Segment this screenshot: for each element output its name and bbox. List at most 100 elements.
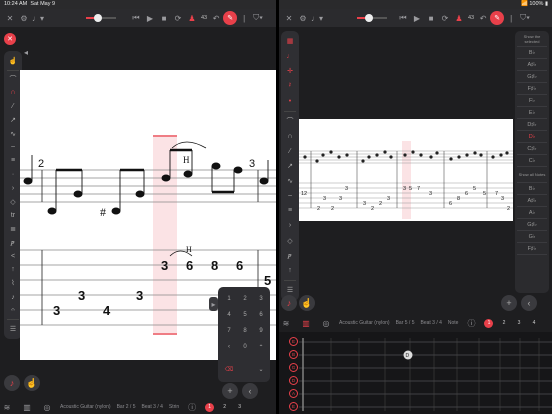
close-icon[interactable]: ✕	[282, 11, 296, 25]
keypad-toggle-icon[interactable]: ▸	[209, 297, 218, 311]
arpeggio-icon[interactable]: ⌇	[5, 277, 21, 291]
grace-icon[interactable]: ♪	[5, 290, 21, 304]
harmonic-icon[interactable]: ◇	[5, 195, 21, 209]
trill-icon[interactable]: tr	[5, 209, 21, 223]
play-icon[interactable]: ▶	[143, 11, 157, 25]
accent-icon[interactable]: ›	[282, 218, 298, 233]
note-item[interactable]: C♭	[517, 155, 547, 167]
note-item[interactable]: D♯♭	[517, 119, 547, 131]
note-item[interactable]: F♭	[517, 95, 547, 107]
add-icon[interactable]: +	[501, 295, 517, 311]
vibrato-icon[interactable]: ∿	[5, 127, 21, 141]
bend-icon[interactable]: ↗	[5, 113, 21, 127]
fade-icon[interactable]: <	[5, 249, 21, 263]
fretboard[interactable]: D E B G D A E	[279, 332, 552, 414]
staccato-icon[interactable]: ·	[5, 168, 21, 182]
vibrato-icon[interactable]: ∿	[282, 173, 298, 188]
volume-slider[interactable]	[86, 14, 116, 22]
key-9[interactable]: 9	[254, 325, 268, 337]
note-item[interactable]: F♯♭	[517, 83, 547, 95]
shield-icon[interactable]: ⛉▾	[518, 11, 532, 25]
pencil-icon[interactable]: ✎	[223, 11, 238, 25]
gear-icon[interactable]: ⚙	[296, 11, 310, 25]
string-5-label[interactable]: A	[289, 389, 298, 398]
note-item[interactable]: G♯♭	[517, 71, 547, 83]
accent-icon[interactable]: ›	[5, 181, 21, 195]
note-list-header[interactable]: Show the selected	[517, 31, 547, 47]
note-item[interactable]: G♯♭	[517, 219, 547, 231]
page-3[interactable]: 3	[514, 319, 523, 328]
finger-icon[interactable]: ☝	[299, 295, 315, 311]
stroke-icon[interactable]: ↑	[5, 263, 21, 277]
key-2[interactable]: 2	[238, 293, 252, 305]
note-item[interactable]: E♭	[517, 107, 547, 119]
play-icon[interactable]: ▶	[410, 11, 424, 25]
tempo-value[interactable]: 43	[468, 15, 474, 21]
page-2[interactable]: 2	[220, 403, 229, 412]
instrument-name[interactable]: Acoustic Guitar (nylon)	[339, 320, 390, 326]
cursor-icon[interactable]: ✛	[282, 64, 298, 79]
finger-icon[interactable]: ☝	[24, 375, 40, 391]
key-4[interactable]: 4	[222, 309, 236, 321]
piano-icon[interactable]: ▥	[20, 400, 34, 414]
gear-icon[interactable]: ⚙	[17, 11, 31, 25]
note-list-show-all[interactable]: Show all Notes	[517, 167, 547, 183]
key-6[interactable]: 6	[254, 309, 268, 321]
add-icon[interactable]: +	[222, 383, 238, 399]
dynamic-icon[interactable]: 𝆏	[282, 248, 298, 263]
tie-icon[interactable]: ⌒	[5, 73, 21, 87]
hammer-icon[interactable]: ∩	[5, 86, 21, 100]
string-4-label[interactable]: D	[289, 376, 298, 385]
shield-icon[interactable]: ⛉▾	[251, 11, 265, 25]
key-7[interactable]: 7	[222, 325, 236, 337]
tracks-icon[interactable]: ♩▾	[310, 11, 324, 25]
drum-icon[interactable]: ◎	[40, 400, 54, 414]
dot-icon[interactable]: •	[282, 94, 298, 109]
piano-icon[interactable]: ▥	[299, 316, 313, 330]
pencil-icon[interactable]: ✎	[490, 11, 505, 25]
tremolo-icon[interactable]: ≣	[5, 222, 21, 236]
key-1[interactable]: 1	[222, 293, 236, 305]
hand-tool-icon[interactable]: ☝	[5, 54, 21, 68]
string-3-label[interactable]: G	[289, 363, 298, 372]
note-item[interactable]: G♭	[517, 231, 547, 243]
dynamic-icon[interactable]: 𝆏	[5, 236, 21, 250]
score-sheet-right[interactable]: 12 2 3 2 3 3 3 2 2 3 3 5 7 3 6 8 6 5 5 7…	[299, 119, 513, 221]
close-icon[interactable]: ✕	[3, 11, 17, 25]
drum-icon[interactable]: ◎	[319, 316, 333, 330]
string-6-label[interactable]: E	[289, 402, 298, 411]
key-5[interactable]: 5	[238, 309, 252, 321]
hammer-icon[interactable]: ∩	[282, 129, 298, 144]
keypad-left-icon[interactable]: ‹	[222, 341, 236, 353]
grid-icon[interactable]: ▦	[282, 34, 298, 49]
rewind-icon[interactable]: ⏮	[129, 11, 143, 25]
stop-icon[interactable]: ■	[157, 11, 171, 25]
fermata-icon[interactable]: 𝄐	[5, 304, 21, 318]
note-item[interactable]: A♯♭	[517, 195, 547, 207]
slide-icon[interactable]: ⁄	[282, 144, 298, 159]
string-1-label[interactable]: E	[289, 337, 298, 346]
eraser-icon[interactable]: ⌫	[222, 363, 236, 375]
page-1[interactable]: 1	[205, 402, 215, 412]
collapse-panel-icon[interactable]: ‹	[521, 295, 537, 311]
stroke-icon[interactable]: ↑	[282, 263, 298, 278]
let-ring-icon[interactable]: ⌢	[282, 188, 298, 203]
instrument-name[interactable]: Acoustic Guitar (nylon)	[60, 404, 111, 410]
loop-icon[interactable]: ⟳	[438, 11, 452, 25]
tracks-icon[interactable]: ♩▾	[31, 11, 45, 25]
metronome-icon[interactable]: ♟	[185, 11, 199, 25]
slide-icon[interactable]: ⁄	[5, 100, 21, 114]
note-item[interactable]: B♭	[517, 47, 547, 59]
rewind-icon[interactable]: ⏮	[396, 11, 410, 25]
info-icon[interactable]: ⓘ	[185, 400, 199, 414]
harmonic-icon[interactable]: ◇	[282, 233, 298, 248]
key-0[interactable]: 0	[238, 341, 252, 353]
loop-icon[interactable]: ⟳	[171, 11, 185, 25]
collapse-panel-icon[interactable]: ‹	[242, 383, 258, 399]
note-input-icon[interactable]: ♪	[4, 375, 20, 391]
tie-icon[interactable]: ⌒	[282, 114, 298, 129]
note-item[interactable]: C♯♭	[517, 143, 547, 155]
undo-icon[interactable]: ↶	[209, 11, 223, 25]
close-panel-icon[interactable]: ✕	[4, 33, 16, 45]
key-3[interactable]: 3	[254, 293, 268, 305]
